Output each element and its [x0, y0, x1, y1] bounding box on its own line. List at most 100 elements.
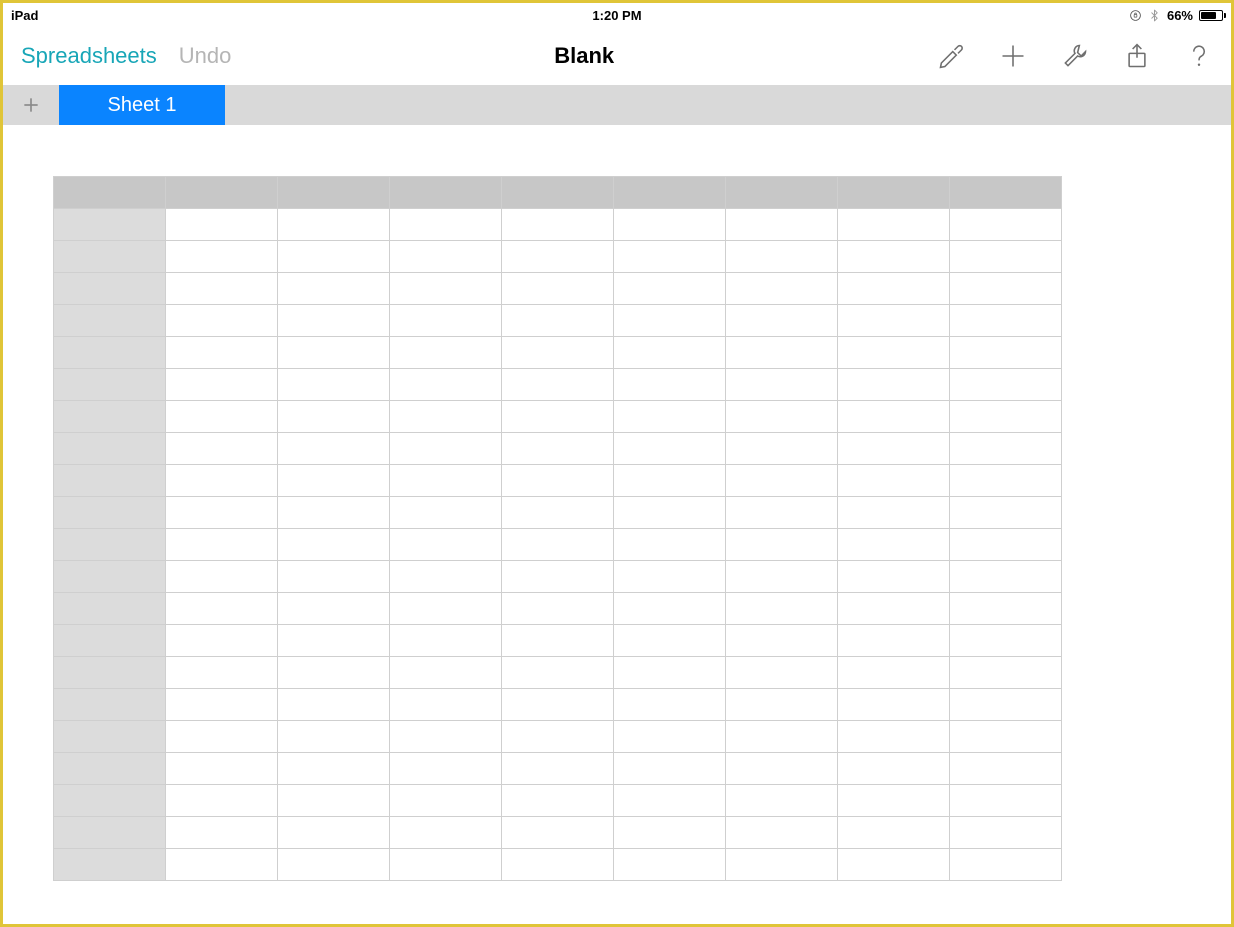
cell[interactable]: [502, 593, 614, 625]
cell[interactable]: [390, 369, 502, 401]
back-to-documents-button[interactable]: Spreadsheets: [21, 43, 157, 69]
cell[interactable]: [614, 337, 726, 369]
cell[interactable]: [838, 209, 950, 241]
row-header[interactable]: [54, 337, 166, 369]
row-header[interactable]: [54, 305, 166, 337]
cell[interactable]: [614, 401, 726, 433]
cell[interactable]: [726, 721, 838, 753]
cell[interactable]: [502, 657, 614, 689]
cell[interactable]: [390, 817, 502, 849]
cell[interactable]: [390, 241, 502, 273]
cell[interactable]: [726, 849, 838, 881]
cell[interactable]: [838, 785, 950, 817]
cell[interactable]: [726, 337, 838, 369]
row-header[interactable]: [54, 849, 166, 881]
row-header[interactable]: [54, 817, 166, 849]
cell[interactable]: [614, 817, 726, 849]
cell[interactable]: [950, 337, 1062, 369]
cell[interactable]: [502, 209, 614, 241]
cell[interactable]: [390, 849, 502, 881]
cell[interactable]: [278, 849, 390, 881]
cell[interactable]: [726, 465, 838, 497]
cell[interactable]: [838, 561, 950, 593]
cell[interactable]: [838, 721, 950, 753]
cell[interactable]: [950, 657, 1062, 689]
cell[interactable]: [838, 529, 950, 561]
cell[interactable]: [390, 593, 502, 625]
cell[interactable]: [838, 593, 950, 625]
cell[interactable]: [726, 273, 838, 305]
cell[interactable]: [726, 305, 838, 337]
cell[interactable]: [726, 209, 838, 241]
cell[interactable]: [838, 433, 950, 465]
row-header[interactable]: [54, 785, 166, 817]
cell[interactable]: [278, 625, 390, 657]
cell[interactable]: [950, 241, 1062, 273]
spreadsheet-grid[interactable]: [53, 176, 1062, 881]
cell[interactable]: [502, 817, 614, 849]
cell[interactable]: [390, 433, 502, 465]
cell[interactable]: [950, 721, 1062, 753]
cell[interactable]: [166, 657, 278, 689]
cell[interactable]: [726, 689, 838, 721]
cell[interactable]: [278, 561, 390, 593]
cell[interactable]: [950, 529, 1062, 561]
row-header[interactable]: [54, 529, 166, 561]
cell[interactable]: [390, 785, 502, 817]
row-header[interactable]: [54, 401, 166, 433]
cell[interactable]: [278, 273, 390, 305]
column-header[interactable]: [838, 177, 950, 209]
cell[interactable]: [390, 529, 502, 561]
cell[interactable]: [166, 529, 278, 561]
cell[interactable]: [502, 689, 614, 721]
cell[interactable]: [950, 785, 1062, 817]
cell[interactable]: [614, 241, 726, 273]
help-icon[interactable]: [1185, 42, 1213, 70]
cell[interactable]: [390, 625, 502, 657]
row-header[interactable]: [54, 209, 166, 241]
cell[interactable]: [278, 209, 390, 241]
cell[interactable]: [390, 401, 502, 433]
row-header[interactable]: [54, 497, 166, 529]
row-header[interactable]: [54, 433, 166, 465]
cell[interactable]: [614, 369, 726, 401]
cell[interactable]: [278, 369, 390, 401]
cell[interactable]: [166, 721, 278, 753]
cell[interactable]: [838, 401, 950, 433]
cell[interactable]: [838, 497, 950, 529]
cell[interactable]: [614, 209, 726, 241]
cell[interactable]: [166, 625, 278, 657]
cell[interactable]: [614, 657, 726, 689]
cell[interactable]: [950, 433, 1062, 465]
cell[interactable]: [502, 401, 614, 433]
cell[interactable]: [166, 497, 278, 529]
cell[interactable]: [838, 657, 950, 689]
cell[interactable]: [614, 273, 726, 305]
row-header[interactable]: [54, 273, 166, 305]
sheet-tab-1[interactable]: Sheet 1: [59, 85, 225, 125]
cell[interactable]: [950, 465, 1062, 497]
cell[interactable]: [838, 689, 950, 721]
cell[interactable]: [838, 849, 950, 881]
column-header[interactable]: [502, 177, 614, 209]
row-header[interactable]: [54, 561, 166, 593]
cell[interactable]: [390, 689, 502, 721]
cell[interactable]: [726, 433, 838, 465]
cell[interactable]: [278, 721, 390, 753]
cell[interactable]: [726, 753, 838, 785]
cell[interactable]: [166, 273, 278, 305]
cell[interactable]: [726, 625, 838, 657]
cell[interactable]: [278, 657, 390, 689]
cell[interactable]: [502, 785, 614, 817]
cell[interactable]: [838, 625, 950, 657]
column-header[interactable]: [614, 177, 726, 209]
cell[interactable]: [390, 273, 502, 305]
cell[interactable]: [390, 497, 502, 529]
cell[interactable]: [278, 689, 390, 721]
cell[interactable]: [950, 209, 1062, 241]
cell[interactable]: [950, 305, 1062, 337]
cell[interactable]: [166, 689, 278, 721]
cell[interactable]: [950, 753, 1062, 785]
cell[interactable]: [278, 337, 390, 369]
cell[interactable]: [614, 721, 726, 753]
